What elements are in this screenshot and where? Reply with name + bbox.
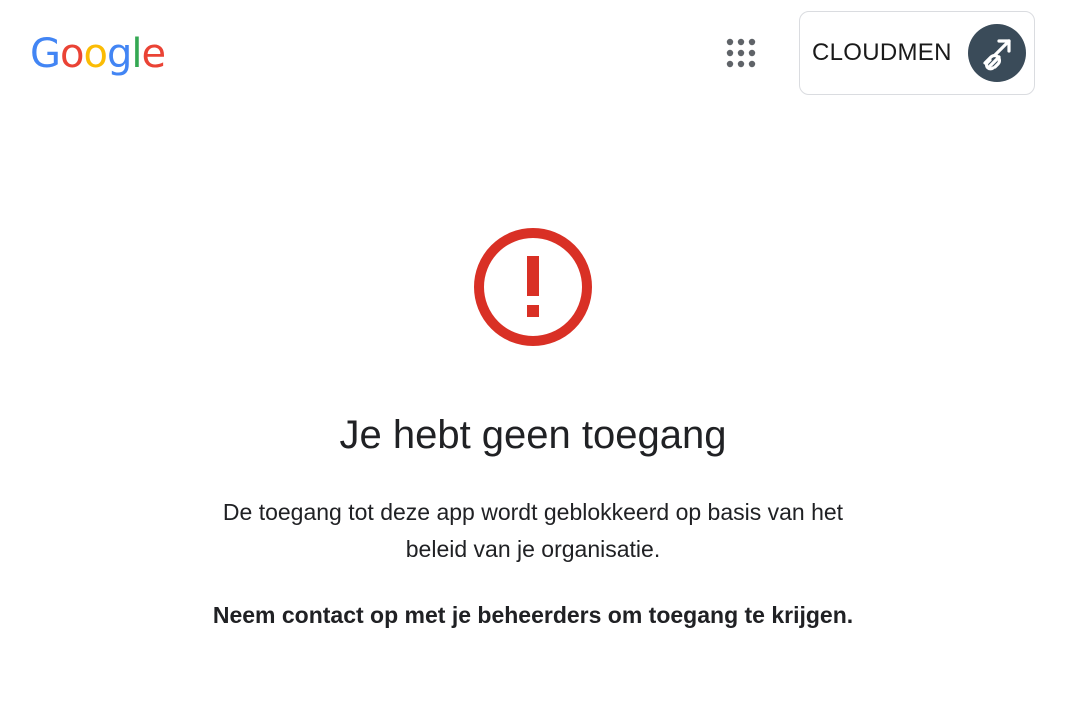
account-switcher[interactable]: CLOUDMEN bbox=[799, 11, 1035, 95]
exclamation-circle-icon bbox=[474, 228, 592, 346]
logo-letter: e bbox=[141, 31, 166, 77]
block-message-line: beleid van je organisatie. bbox=[405, 536, 661, 562]
grid-apps-icon bbox=[726, 38, 756, 68]
block-message-line: De toegang tot deze app wordt geblokkeer… bbox=[222, 499, 844, 525]
logo-letter: l bbox=[131, 31, 142, 77]
page-title: Je hebt geen toegang bbox=[339, 413, 727, 457]
logo-letter: G bbox=[30, 31, 61, 77]
header: Google CLOUDMEN bbox=[0, 0, 1066, 110]
logo-letter: o bbox=[83, 31, 108, 77]
logo-letter: g bbox=[106, 31, 132, 77]
org-name: CLOUDMEN bbox=[812, 39, 952, 66]
logo-letter: o bbox=[60, 31, 85, 77]
arrow-link-icon bbox=[983, 39, 1011, 71]
google-logo: Google bbox=[30, 28, 166, 80]
avatar bbox=[968, 24, 1026, 82]
main-content: Je hebt geen toegang De toegang tot deze… bbox=[0, 226, 1066, 632]
access-denied-page: Google CLOUDMEN Je hebt geen toegang De … bbox=[0, 0, 1066, 706]
google-apps-button[interactable] bbox=[720, 32, 762, 74]
block-message: De toegang tot deze app wordt geblokkeer… bbox=[183, 494, 883, 568]
contact-admin-message: Neem contact op met je beheerders om toe… bbox=[212, 602, 854, 628]
